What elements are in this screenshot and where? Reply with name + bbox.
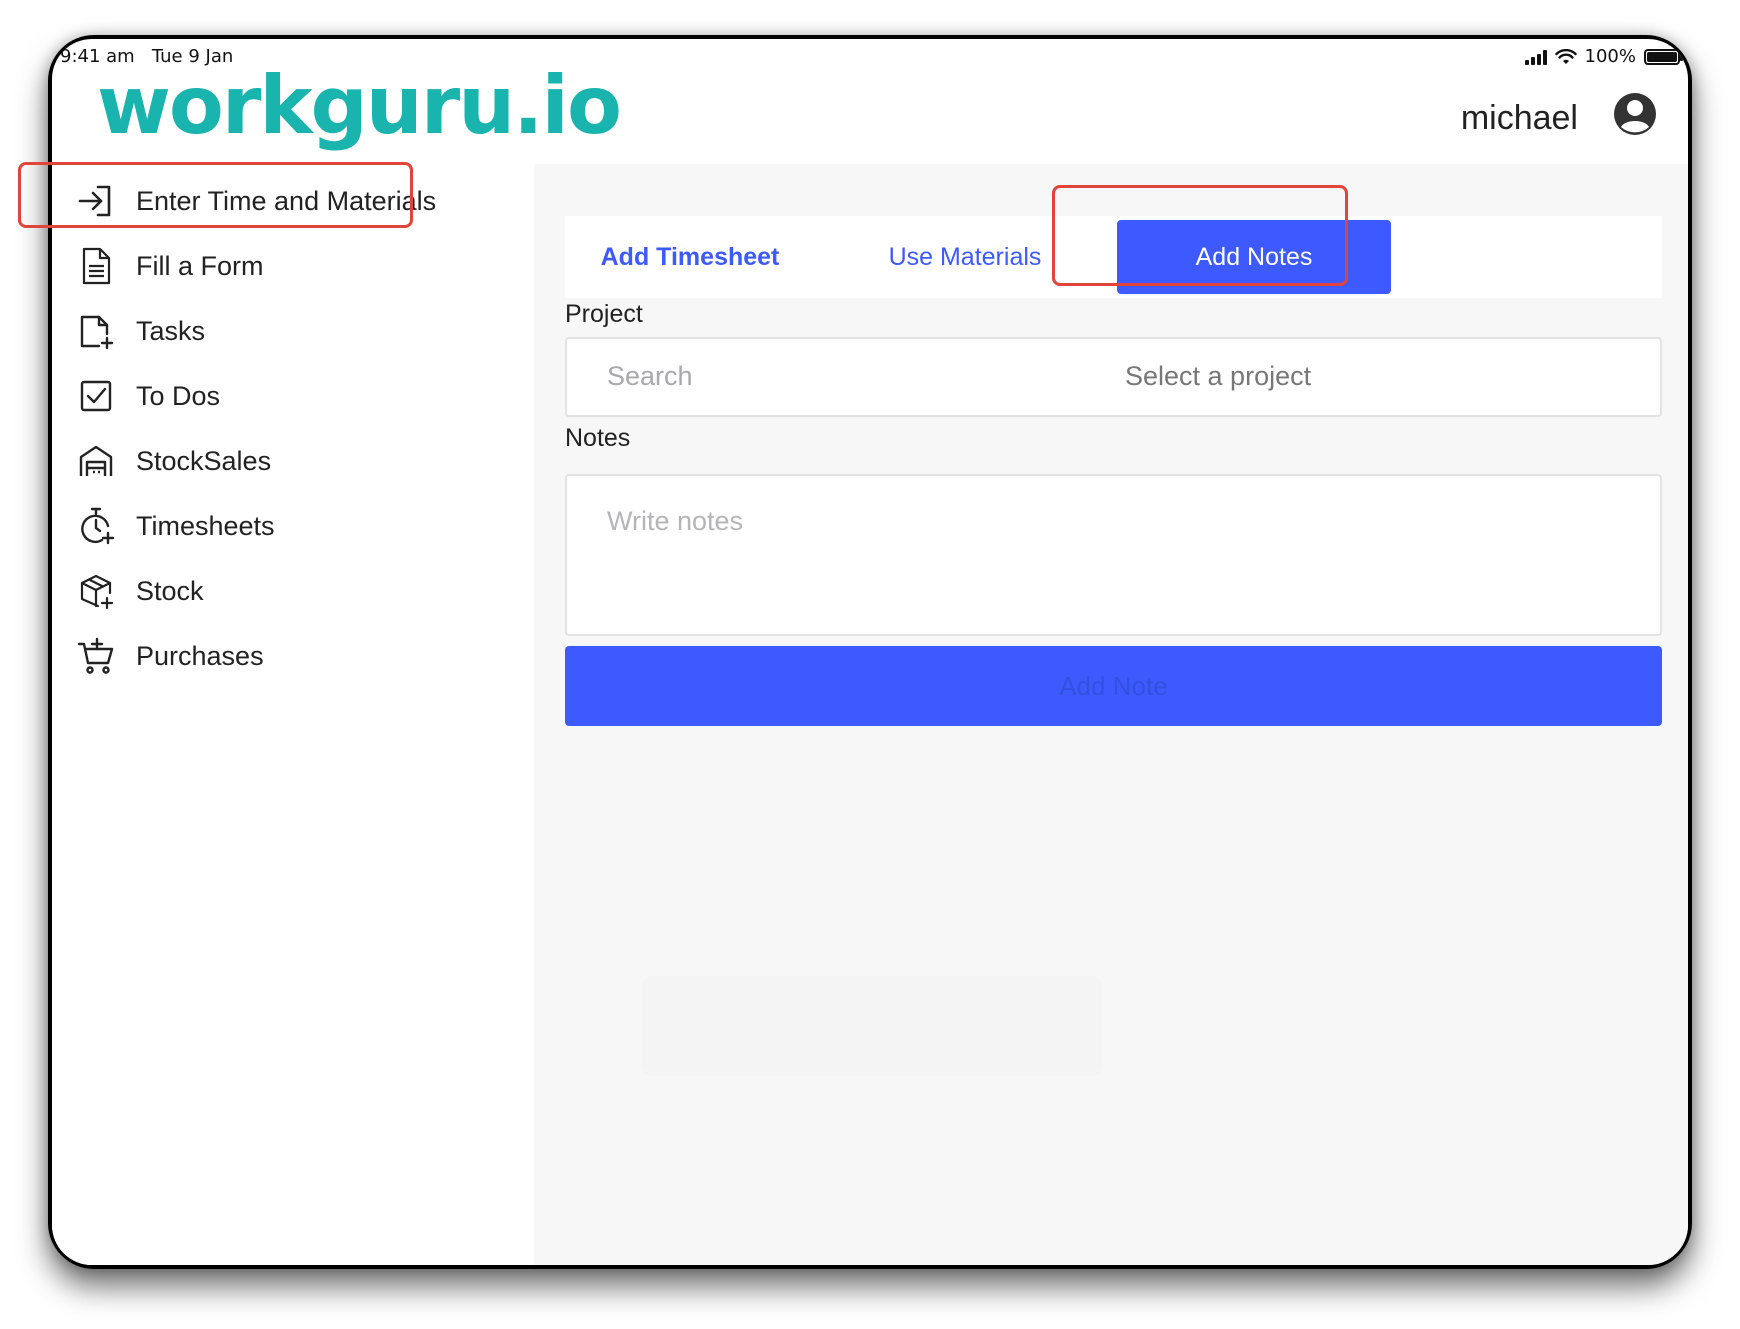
project-search-input[interactable]: Search bbox=[607, 361, 693, 392]
tab-use-materials[interactable]: Use Materials bbox=[850, 216, 1080, 298]
cart-add-icon bbox=[72, 632, 120, 680]
sidebar-item-to-dos[interactable]: To Dos bbox=[72, 366, 462, 426]
user-name[interactable]: michael bbox=[1461, 99, 1578, 138]
sidebar-item-stocksales[interactable]: StockSales bbox=[72, 431, 462, 491]
add-note-button-label: Add Note bbox=[1059, 670, 1168, 701]
user-avatar-icon[interactable] bbox=[1612, 91, 1658, 137]
battery-icon bbox=[1644, 48, 1683, 65]
sidebar-item-timesheets[interactable]: Timesheets bbox=[72, 496, 462, 556]
sidebar-item-label: StockSales bbox=[136, 445, 272, 476]
faded-toast bbox=[642, 976, 1102, 1076]
sidebar-item-label: Tasks bbox=[136, 315, 206, 346]
notes-placeholder: Write notes bbox=[607, 506, 744, 536]
store-icon bbox=[72, 437, 120, 485]
sidebar-item-label: Purchases bbox=[136, 640, 264, 671]
tab-add-timesheet[interactable]: Add Timesheet bbox=[575, 216, 805, 298]
app-logo: workguru.io bbox=[97, 59, 622, 152]
wifi-icon bbox=[1554, 48, 1577, 64]
cellular-signal-icon bbox=[1524, 49, 1547, 65]
add-note-button[interactable]: Add Note bbox=[565, 646, 1662, 726]
form-icon bbox=[72, 242, 120, 290]
package-add-icon bbox=[72, 567, 120, 615]
sidebar-item-tasks[interactable]: Tasks bbox=[72, 301, 462, 361]
project-label: Project bbox=[565, 300, 643, 328]
sidebar-item-label: To Dos bbox=[136, 380, 221, 411]
battery-percent: 100% bbox=[1584, 46, 1636, 67]
sidebar-item-label: Timesheets bbox=[136, 510, 275, 541]
checkbox-icon bbox=[72, 372, 120, 420]
project-select[interactable]: Search Select a project bbox=[565, 337, 1662, 417]
status-indicators: 100% bbox=[1524, 46, 1683, 67]
sidebar-item-stock[interactable]: Stock bbox=[72, 561, 462, 621]
notes-textarea[interactable]: Write notes bbox=[565, 474, 1662, 636]
add-task-icon bbox=[72, 307, 120, 355]
highlight-box-add-notes bbox=[1052, 185, 1348, 286]
sidebar-item-label: Stock bbox=[136, 575, 204, 606]
sidebar-item-label: Fill a Form bbox=[136, 250, 264, 281]
sidebar-item-fill-a-form[interactable]: Fill a Form bbox=[72, 236, 462, 296]
highlight-box-enter-time bbox=[18, 162, 413, 228]
project-select-placeholder: Select a project bbox=[1125, 361, 1312, 391]
main-panel: Add Timesheet Use Materials Add Notes Pr… bbox=[534, 164, 1688, 1265]
sidebar: Enter Time and Materials Fill a Form Tas… bbox=[52, 164, 534, 1265]
timer-add-icon bbox=[72, 502, 120, 550]
notes-label: Notes bbox=[565, 424, 631, 452]
sidebar-item-purchases[interactable]: Purchases bbox=[72, 626, 462, 686]
